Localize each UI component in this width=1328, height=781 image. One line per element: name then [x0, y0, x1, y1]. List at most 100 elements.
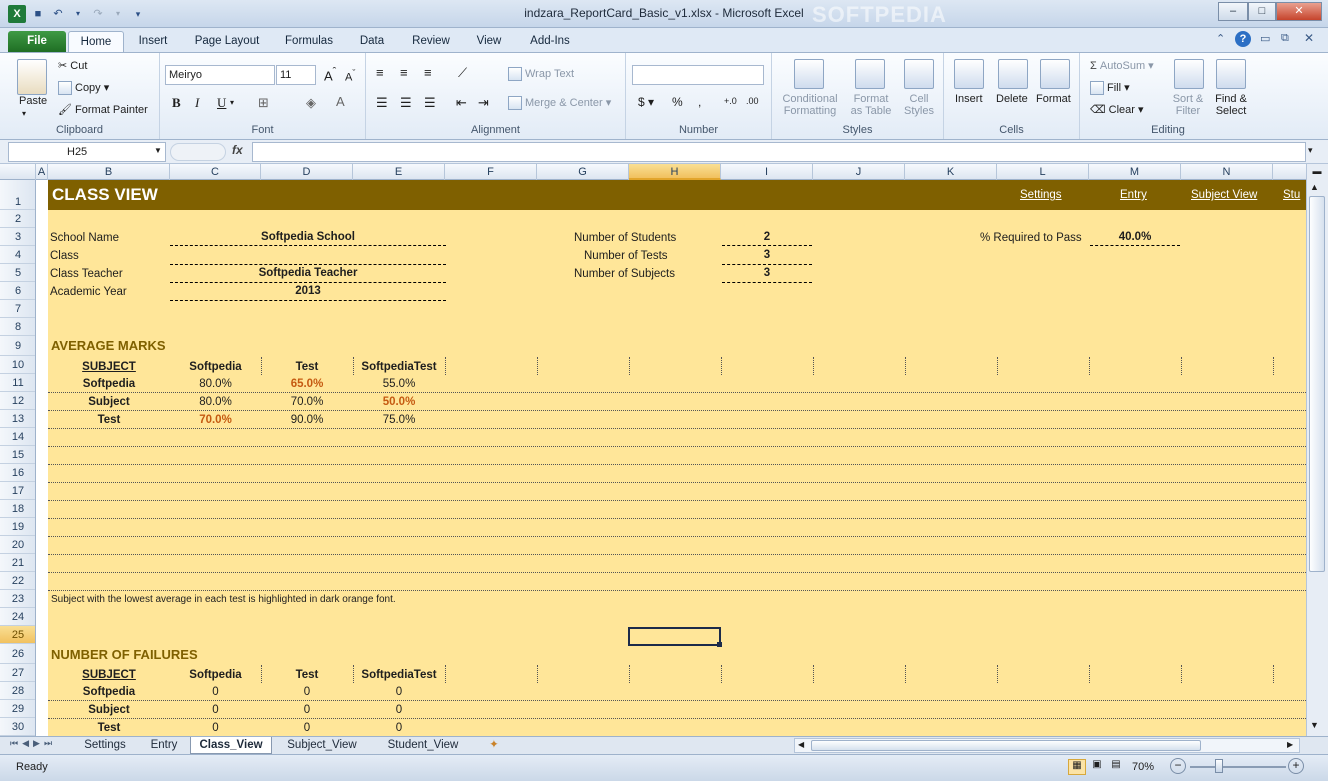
column-header-I[interactable]: I [721, 164, 813, 180]
delete-cells-icon[interactable] [998, 59, 1028, 89]
row-header-selected[interactable]: 25 [0, 626, 35, 644]
scroll-down-icon[interactable]: ▼ [1310, 720, 1319, 730]
row-header[interactable]: 6 [0, 282, 35, 300]
italic-icon[interactable]: I [195, 95, 199, 111]
tab-view[interactable]: View [470, 31, 508, 52]
row-header[interactable]: 1 [0, 180, 35, 210]
column-header-N[interactable]: N [1181, 164, 1273, 180]
fill-handle[interactable] [717, 642, 722, 647]
row-header[interactable]: 22 [0, 572, 35, 590]
underline-dropdown-icon[interactable]: ▾ [230, 98, 234, 107]
insert-sheet-icon[interactable]: ✦ [482, 737, 506, 754]
fill-button[interactable]: Fill ▾ [1090, 81, 1130, 96]
zoom-level[interactable]: 70% [1132, 761, 1154, 773]
paste-button[interactable]: Paste [19, 95, 47, 107]
row-header[interactable]: 27 [0, 664, 35, 682]
cell-styles-button[interactable]: Cell Styles [898, 93, 940, 117]
sheet-tab-class-view[interactable]: Class_View [190, 737, 272, 754]
row-header[interactable]: 5 [0, 264, 35, 282]
link-subject-view[interactable]: Subject View [1191, 188, 1257, 202]
column-header-M[interactable]: M [1089, 164, 1181, 180]
decrease-indent-icon[interactable]: ⇤ [456, 95, 467, 111]
bold-icon[interactable]: B [172, 95, 181, 111]
paste-dropdown-icon[interactable]: ▾ [22, 109, 26, 118]
align-middle-icon[interactable]: ≡ [400, 65, 408, 80]
format-painter-button[interactable]: 🖌 Format Painter [58, 103, 148, 116]
delete-cells-button[interactable]: Delete [996, 93, 1028, 105]
scroll-right-icon[interactable]: ▶ [1287, 740, 1293, 749]
orientation-icon[interactable]: ⟋ [458, 65, 467, 81]
sheet-tab-settings[interactable]: Settings [74, 737, 136, 754]
worksheet[interactable]: CLASS VIEW Settings Entry Subject View S… [36, 180, 1306, 736]
zoom-in-icon[interactable]: + [1288, 758, 1304, 774]
row-header[interactable]: 17 [0, 482, 35, 500]
align-center-icon[interactable]: ☰ [400, 95, 412, 111]
academic-year-value[interactable]: 2013 [170, 284, 446, 298]
merge-center-button[interactable]: Merge & Center ▾ [508, 96, 611, 111]
tab-file[interactable]: File [8, 31, 66, 52]
align-top-icon[interactable]: ≡ [376, 65, 384, 80]
sheet-tab-student-view[interactable]: Student_View [374, 737, 472, 754]
shrink-font-icon[interactable]: Aˇ [345, 68, 355, 84]
row-header[interactable]: 26 [0, 644, 35, 664]
cell-styles-icon[interactable] [904, 59, 934, 89]
font-color-icon[interactable]: A [336, 94, 345, 109]
row-header[interactable]: 30 [0, 718, 35, 736]
tab-page-layout[interactable]: Page Layout [188, 31, 266, 52]
decrease-decimal-icon[interactable]: .00 [746, 96, 759, 106]
column-header-L[interactable]: L [997, 164, 1089, 180]
comma-icon[interactable]: , [698, 95, 701, 109]
column-a-cells[interactable] [36, 180, 48, 736]
column-header-A[interactable]: A [36, 164, 48, 180]
font-size-combo[interactable]: 11 [276, 65, 316, 85]
row-header[interactable]: 11 [0, 374, 35, 392]
conditional-formatting-icon[interactable] [794, 59, 824, 89]
align-left-icon[interactable]: ☰ [376, 95, 388, 111]
row-header[interactable]: 23 [0, 590, 35, 608]
selected-cell-H25[interactable] [628, 627, 721, 646]
row-header[interactable]: 7 [0, 300, 35, 318]
pass-percent-value[interactable]: 40.0% [1090, 230, 1180, 244]
conditional-formatting-button[interactable]: Conditional Formatting [778, 93, 842, 117]
formula-input[interactable] [252, 142, 1306, 162]
page-break-view-icon[interactable]: ▤ [1107, 759, 1125, 775]
column-header-D[interactable]: D [261, 164, 353, 180]
cut-button[interactable]: ✂ Cut [58, 59, 87, 72]
help-icon[interactable]: ? [1235, 31, 1251, 47]
row-header[interactable]: 20 [0, 536, 35, 554]
row-header[interactable]: 4 [0, 246, 35, 264]
align-bottom-icon[interactable]: ≡ [424, 65, 432, 80]
zoom-slider-track[interactable] [1190, 766, 1286, 768]
find-select-button[interactable]: Find & Select [1210, 93, 1252, 117]
workbook-minimize-icon[interactable]: ▭ [1260, 32, 1270, 45]
row-header[interactable]: 9 [0, 336, 35, 356]
row-header[interactable]: 24 [0, 608, 35, 626]
workbook-close-icon[interactable]: ✕ [1304, 31, 1314, 45]
format-cells-icon[interactable] [1040, 59, 1070, 89]
zoom-out-icon[interactable]: − [1170, 758, 1186, 774]
column-header-C[interactable]: C [170, 164, 261, 180]
clear-button[interactable]: ⌫ Clear ▾ [1090, 103, 1144, 116]
expand-formula-bar-icon[interactable]: ▾ [1308, 145, 1313, 156]
row-header[interactable]: 8 [0, 318, 35, 336]
column-header-B[interactable]: B [48, 164, 170, 180]
row-header[interactable]: 29 [0, 700, 35, 718]
increase-indent-icon[interactable]: ⇥ [478, 95, 489, 111]
tab-add-ins[interactable]: Add-Ins [520, 31, 580, 52]
format-cells-button[interactable]: Format [1036, 93, 1071, 105]
format-as-table-button[interactable]: Format as Table [842, 93, 900, 117]
underline-icon[interactable]: U [217, 95, 226, 111]
page-layout-view-icon[interactable]: ▣ [1088, 759, 1106, 775]
minimize-button[interactable]: – [1218, 2, 1248, 21]
column-header-K[interactable]: K [905, 164, 997, 180]
row-header[interactable]: 21 [0, 554, 35, 572]
row-header[interactable]: 13 [0, 410, 35, 428]
tab-insert[interactable]: Insert [130, 31, 176, 52]
scroll-left-icon[interactable]: ◀ [798, 740, 804, 749]
number-format-combo[interactable] [632, 65, 764, 85]
column-header-E[interactable]: E [353, 164, 445, 180]
normal-view-icon[interactable]: ▦ [1068, 759, 1086, 775]
ribbon-collapse-icon[interactable]: ⌃ [1216, 32, 1225, 45]
horizontal-scroll-thumb[interactable] [811, 740, 1201, 751]
formula-bar-divider[interactable] [170, 143, 226, 161]
